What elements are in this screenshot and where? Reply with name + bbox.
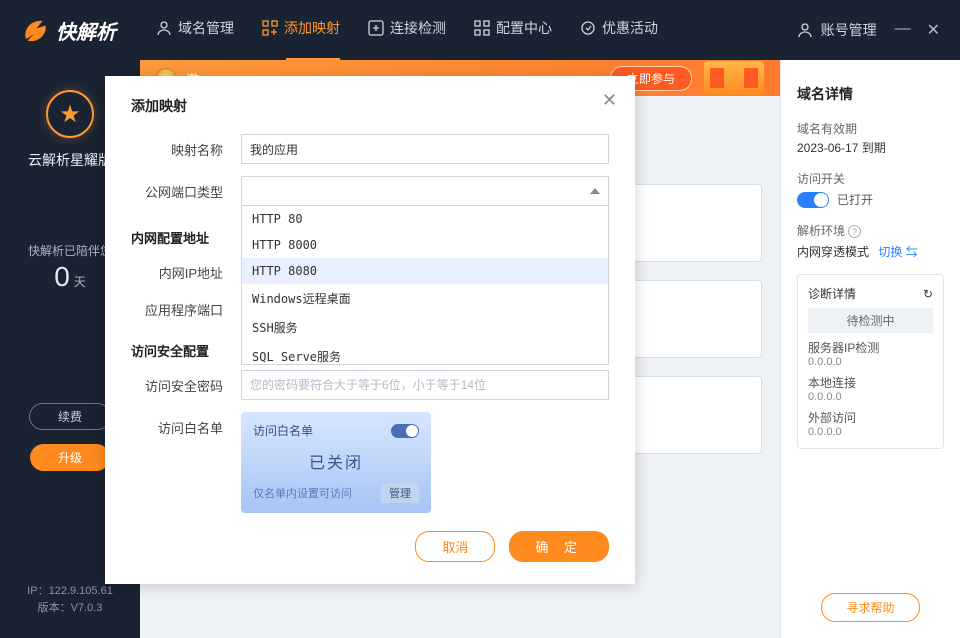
renew-button[interactable]: 续费: [29, 403, 111, 430]
user-icon: [797, 22, 813, 38]
plus-box-icon: [368, 20, 384, 36]
content-area: 邀 立即参与 映 应 我的 我的 我的 添加映射 ✕ 映射名称: [140, 60, 780, 638]
diag-status: 待检测中: [808, 308, 933, 333]
nav-promo[interactable]: 优惠活动: [580, 18, 658, 42]
dropdown-option[interactable]: HTTP 80: [242, 206, 608, 232]
nav-config[interactable]: 配置中心: [474, 18, 552, 42]
modal-overlay: 添加映射 ✕ 映射名称 公网端口类型 HTTP 80 HTTP 8000: [140, 60, 600, 638]
grid-icon: [474, 20, 490, 36]
upgrade-button[interactable]: 升级: [30, 444, 110, 471]
dropdown-option[interactable]: SSH服务: [242, 313, 608, 342]
password-label: 访问安全密码: [131, 370, 241, 395]
mapping-name-input[interactable]: [241, 134, 609, 164]
product-name: 云解析星耀版: [28, 150, 112, 170]
brand-name: 快解析: [56, 16, 116, 45]
close-button[interactable]: ✕: [927, 20, 940, 40]
mode-switch-link[interactable]: 切换 ⇆: [878, 245, 917, 259]
right-panel: 域名详情 域名有效期 2023-06-17 到期 访问开关 已打开 解析环境? …: [780, 60, 960, 638]
app-logo: 快解析: [20, 15, 116, 45]
nav-conn-check[interactable]: 连接检测: [368, 18, 446, 42]
whitelist-label: 访问白名单: [131, 412, 241, 437]
dropdown-option[interactable]: Windows远程桌面: [242, 284, 608, 313]
cancel-button[interactable]: 取消: [415, 531, 495, 562]
grid-plus-icon: [262, 20, 278, 36]
name-label: 映射名称: [131, 134, 241, 159]
close-icon[interactable]: ✕: [602, 90, 617, 111]
select-input[interactable]: [241, 176, 609, 206]
security-password-input[interactable]: [241, 370, 609, 400]
help-button[interactable]: 寻求帮助: [821, 593, 919, 622]
star-icon: ★: [59, 100, 81, 129]
whitelist-manage-button[interactable]: 管理: [381, 483, 419, 503]
sidebar-footer: IP：122.9.105.61 版本：V7.0.3: [27, 583, 113, 638]
account-menu[interactable]: 账号管理: [797, 20, 877, 40]
app-port-label: 应用程序端口: [131, 294, 241, 319]
whitelist-toggle[interactable]: [391, 424, 419, 438]
intranet-ip-label: 内网IP地址: [131, 257, 241, 282]
dropdown-option[interactable]: HTTP 8080: [242, 258, 608, 284]
port-type-dropdown: HTTP 80 HTTP 8000 HTTP 8080 Windows远程桌面 …: [241, 205, 609, 365]
dropdown-option[interactable]: SQL Serve服务: [242, 342, 608, 365]
port-type-select[interactable]: HTTP 80 HTTP 8000 HTTP 8080 Windows远程桌面 …: [241, 176, 609, 206]
nav-domain[interactable]: 域名管理: [156, 18, 234, 42]
minimize-button[interactable]: —: [895, 20, 911, 40]
user-icon: [156, 20, 172, 36]
dialog-title: 添加映射: [131, 96, 609, 116]
companion-stats: 快解析已陪伴您 0天: [28, 242, 112, 293]
confirm-button[interactable]: 确 定: [509, 531, 609, 562]
whitelist-card: 访问白名单 已关闭 仅名单内设置可访问 管理: [241, 412, 431, 513]
valid-label: 域名有效期: [797, 120, 944, 137]
access-toggle[interactable]: [797, 192, 829, 208]
nav-add-mapping[interactable]: 添加映射: [262, 18, 340, 42]
dropdown-option[interactable]: HTTP 8000: [242, 232, 608, 258]
nav-items: 域名管理 添加映射 连接检测 配置中心 优惠活动: [156, 18, 797, 42]
switch-label: 访问开关: [797, 170, 944, 187]
help-icon[interactable]: ?: [848, 225, 861, 238]
product-badge: ★: [46, 90, 94, 138]
badge-icon: [580, 20, 596, 36]
env-label: 解析环境: [797, 224, 845, 238]
add-mapping-dialog: 添加映射 ✕ 映射名称 公网端口类型 HTTP 80 HTTP 8000: [105, 76, 635, 584]
chevron-up-icon: [590, 188, 600, 194]
whitelist-status: 已关闭: [253, 449, 419, 473]
diagnostics-box: 诊断详情 ↻ 待检测中 服务器IP检测0.0.0.0 本地连接0.0.0.0 外…: [797, 274, 944, 449]
port-type-label: 公网端口类型: [131, 176, 241, 201]
gift-icon: [704, 61, 764, 95]
valid-value: 2023-06-17 到期: [797, 139, 944, 156]
panel-title: 域名详情: [797, 84, 944, 104]
top-nav: 快解析 域名管理 添加映射 连接检测 配置中心 优惠活动 账号管理 — ✕: [0, 0, 960, 60]
refresh-icon[interactable]: ↻: [923, 287, 933, 301]
window-controls: — ✕: [895, 20, 940, 40]
